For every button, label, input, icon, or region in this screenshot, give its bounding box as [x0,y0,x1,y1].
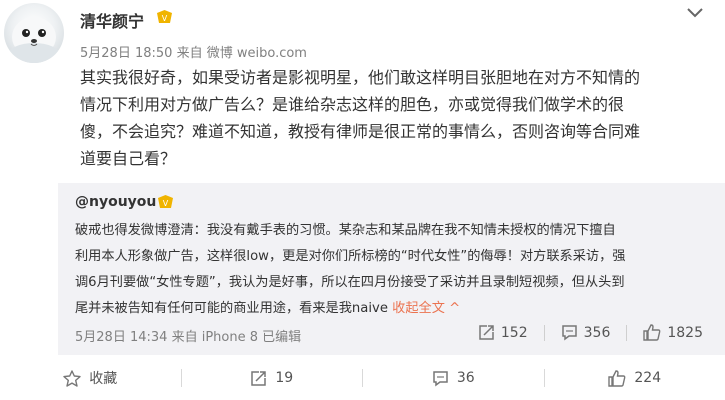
svg-text:V: V [163,199,169,208]
vip-badge-icon: V [158,195,173,208]
repost-text-line: 调6月刊要做“女性专题”，我认为是好事，所以在四月份接受了采访并且录制短视频，但… [75,275,625,290]
action-bar: 收藏 19 36 224 [0,356,725,400]
post-text-line: 傻，不会追究？难道不知道，教授有律师是很正常的事情么，否则咨询等合同难 [80,122,641,141]
repost-button[interactable]: 19 [182,356,363,400]
post-author[interactable]: 清华颜宁 [80,8,144,32]
repost-like-count: 1825 [667,324,703,341]
favorite-label: 收藏 [89,371,118,387]
collapse-full-text-link[interactable]: 收起全文 ^ [392,301,460,316]
post-source[interactable]: 微博 weibo.com [207,46,307,61]
repost-icon [251,370,267,386]
repost-text: 破戒也得发微博澄清：我没有戴手表的习惯。某杂志和某品牌在我不知情未授权的情况下擅… [75,218,705,322]
comment-icon [561,325,577,341]
favorite-button[interactable]: 收藏 [0,356,181,400]
repost-repost-button[interactable]: 152 [478,324,528,341]
svg-text:V: V [162,14,168,23]
like-icon [643,324,661,341]
repost-comment-count: 356 [583,324,611,341]
reposted-content: @nyouyou V 破戒也得发微博澄清：我没有戴手表的习惯。某杂志和某品牌在我… [58,183,725,355]
edited-label[interactable]: 已编辑 [262,330,301,345]
repost-meta: 5月28日 14:34 来自 iPhone 8 已编辑 [75,326,301,345]
post-time[interactable]: 5月28日 18:50 [80,46,172,61]
post-meta: 5月28日 18:50 来自 微博 weibo.com [80,42,307,61]
repost-time[interactable]: 5月28日 14:34 [75,330,167,345]
source-prefix: 来自 [171,330,198,345]
like-icon [608,369,626,387]
source-prefix: 来自 [176,46,203,61]
chevron-down-icon[interactable] [687,8,703,18]
repost-text-last: 尾并未被告知有任何可能的商业用途，看来是我naive [75,301,393,316]
divider [626,324,628,341]
repost-text-line: 尾并未被告知有任何可能的商业用途，看来是我naive 收起全文 ^ [75,296,705,322]
seal-avatar-image [8,17,60,63]
comment-icon [433,370,448,386]
star-icon [63,369,81,387]
post-text-line: 情况下利用对方做广告么？是谁给杂志这样的胆色，亦或觉得我们做学术的很 [80,95,625,114]
post-text: 其实我很好奇，如果受访者是影视明星，他们敢这样明目张胆地在对方不知情的 情况下利… [80,64,705,172]
post-text-line: 其实我很好奇，如果受访者是影视明星，他们敢这样明目张胆地在对方不知情的 [80,68,641,87]
repost-text-line: 破戒也得发微博澄清：我没有戴手表的习惯。某杂志和某品牌在我不知情未授权的情况下擅… [75,223,616,238]
repost-stats: 152 356 1825 [478,324,703,341]
repost-text-line: 利用本人形象做广告，这样很low，更是对你们所标榜的“时代女性”的侮辱！对方联系… [75,249,626,264]
repost-source: iPhone 8 [201,330,259,345]
like-button[interactable]: 224 [545,356,725,400]
comment-button[interactable]: 36 [363,356,544,400]
avatar[interactable] [4,3,64,63]
like-count: 224 [634,370,662,386]
repost-like-button[interactable]: 1825 [643,324,703,341]
repost-author[interactable]: @nyouyou [75,194,156,210]
repost-count: 19 [275,370,294,386]
repost-repost-count: 152 [500,324,528,341]
vip-badge-icon: V [157,10,172,23]
post-text-line: 道要自己看？ [80,149,177,168]
comment-count: 36 [456,370,475,386]
repost-icon [479,325,494,340]
divider [543,324,545,341]
repost-comment-button[interactable]: 356 [561,324,611,341]
